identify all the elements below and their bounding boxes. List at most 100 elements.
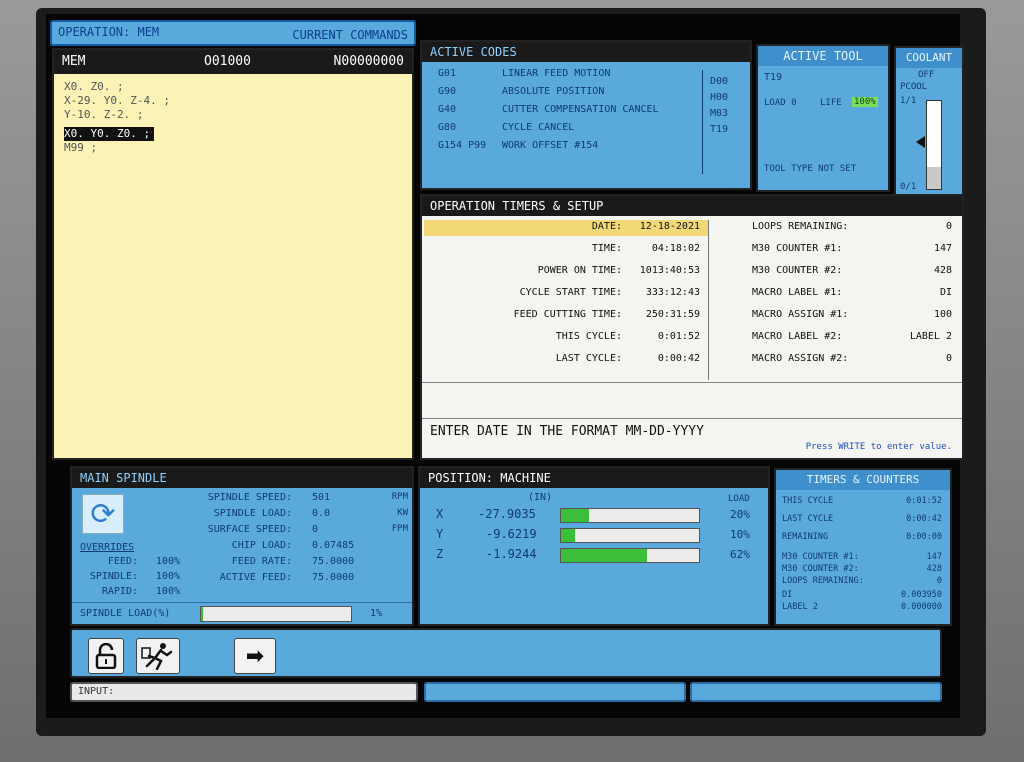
program-number: O01000 — [204, 54, 251, 69]
write-hint: Press WRITE to enter value. — [805, 442, 952, 452]
gcode: G80 — [438, 122, 457, 133]
axis-load-bar — [560, 528, 700, 543]
counter-value[interactable]: 0 — [946, 353, 952, 364]
spindle-unit: KW — [397, 508, 408, 518]
unlock-icon-svg — [95, 643, 117, 669]
tc-value: 0.003950 — [901, 590, 942, 600]
spindle-value: 0.0 — [312, 508, 331, 519]
override-value: 100% — [155, 571, 180, 582]
gcode: G154 P99 — [438, 140, 487, 151]
axis-row-x: X -27.9035 20% — [420, 506, 768, 526]
spindle-unit: RPM — [391, 492, 408, 502]
counter-value[interactable]: LABEL 2 — [910, 331, 952, 342]
axis-label: Z — [436, 547, 444, 561]
active-tool-header: ACTIVE TOOL — [758, 46, 888, 66]
spindle-value: 501 — [312, 492, 331, 503]
tc-label: M30 COUNTER #1: — [782, 552, 859, 562]
running-man-icon[interactable] — [136, 638, 180, 674]
timers-right-col: LOOPS REMAINING: 0 M30 COUNTER #1: 147 M30… — [712, 221, 960, 375]
counter-label: MACRO ASSIGN #2: — [752, 353, 849, 364]
tool-life-label: LIFE — [820, 98, 842, 108]
axis-label: Y — [436, 527, 444, 541]
unlock-icon[interactable] — [88, 638, 124, 674]
spindle-label: CHIP LOAD: — [231, 540, 292, 551]
program-code-lines: X0. Z0. ; X-29. Y0. Z-4. ; Y-10. Z-2. ; … — [64, 80, 170, 155]
timer-value[interactable]: 12-18-2021 — [640, 221, 700, 232]
tc-label: LOOPS REMAINING: — [782, 576, 864, 586]
coolant-gauge — [926, 100, 942, 190]
coolant-pointer-icon — [916, 136, 925, 148]
program-panel[interactable]: MEM O01000 N00000000 X0. Z0. ; X-29. Y0.… — [52, 48, 414, 460]
tc-value: 0:00:00 — [906, 532, 942, 542]
counter-label: MACRO ASSIGN #1: — [752, 309, 849, 320]
timers-separator — [422, 382, 962, 383]
coolant-bottom-value: 0/1 — [900, 182, 917, 192]
timer-value: 0:01:52 — [657, 331, 700, 342]
load-header: LOAD — [728, 494, 750, 504]
operation-header: OPERATION: MEM CURRENT COMMANDS — [50, 20, 416, 46]
active-codes-panel: ACTIVE CODES G01 LINEAR FEED MOTION G90 AB… — [420, 40, 752, 190]
coolant-state: OFF — [918, 70, 935, 80]
coolant-top-value: 1/1 — [900, 96, 917, 106]
counter-value[interactable]: 0 — [946, 221, 952, 232]
timers-divider — [708, 220, 709, 380]
counter-value[interactable]: DI — [940, 287, 952, 298]
program-header: MEM O01000 N00000000 — [54, 50, 412, 74]
mcode: M03 — [710, 108, 729, 119]
main-spindle-panel: MAIN SPINDLE ⟳ SPINDLE SPEED: 501 RPM SPIN… — [70, 466, 414, 626]
program-line: Y-10. Z-2. ; — [64, 108, 144, 121]
gcode-desc: CYCLE CANCEL — [502, 122, 575, 133]
axis-load: 62% — [730, 548, 750, 561]
coolant-gauge-fill — [927, 167, 941, 189]
spindle-label: SURFACE SPEED: — [207, 524, 292, 535]
position-panel: POSITION: MACHINE (IN) LOAD X -27.9035 2… — [418, 466, 770, 626]
program-line: X0. Z0. ; — [64, 80, 124, 93]
counter-value[interactable]: 428 — [934, 265, 952, 276]
counter-label: M30 COUNTER #1: — [752, 243, 843, 254]
timer-value: 04:18:02 — [651, 243, 700, 254]
timer-label: TIME: — [591, 243, 622, 254]
spindle-load-fill — [201, 607, 203, 621]
spindle-label: FEED RATE: — [231, 556, 292, 567]
program-line: M99 ; — [64, 141, 98, 154]
hcode: H00 — [710, 92, 729, 103]
current-commands-label: CURRENT COMMANDS — [292, 28, 408, 42]
position-header: POSITION: MACHINE — [420, 468, 768, 488]
axis-value: -9.6219 — [486, 527, 537, 541]
position-units: (IN) — [528, 492, 553, 503]
spindle-label: SPINDLE LOAD: — [213, 508, 292, 519]
program-mode: MEM — [62, 54, 86, 69]
tool-life-value: 100% — [852, 97, 878, 107]
axis-load-fill — [561, 529, 575, 542]
axis-load-fill — [561, 509, 589, 522]
active-codes-divider — [702, 70, 703, 174]
tc-label: LAST CYCLE — [782, 514, 834, 524]
counter-label: M30 COUNTER #2: — [752, 265, 843, 276]
coolant-panel: COOLANT OFF PCOOL 1/1 0/1 — [894, 46, 964, 196]
overrides-list: FEED: 100% SPINDLE: 100% RAPID: 100% — [76, 556, 182, 601]
status-bar-middle — [424, 682, 686, 702]
active-tool-panel: ACTIVE TOOL T19 LOAD 0 LIFE 100% TOOL TY… — [756, 44, 890, 192]
active-codes-header: ACTIVE CODES — [422, 42, 750, 62]
timers-left-col: DATE: 12-18-2021 TIME: 04:18:02 POWER ON T… — [422, 221, 706, 375]
override-value: 100% — [155, 586, 180, 597]
timers-setup-panel: OPERATION TIMERS & SETUP DATE: 12-18-2021… — [420, 194, 964, 460]
counter-label: MACRO LABEL #1: — [752, 287, 843, 298]
axis-label: X — [436, 507, 444, 521]
sequence-number: N00000000 — [333, 54, 404, 69]
coolant-pcool: PCOOL — [900, 82, 928, 92]
counter-value[interactable]: 100 — [934, 309, 952, 320]
refresh-icon[interactable]: ⟳ — [82, 494, 124, 534]
gcode-desc: ABSOLUTE POSITION — [502, 86, 605, 97]
axis-load-bar — [560, 548, 700, 563]
counter-value[interactable]: 147 — [934, 243, 952, 254]
axis-load: 10% — [730, 528, 750, 541]
right-arrow-icon[interactable]: ➡ — [234, 638, 276, 674]
input-field[interactable]: INPUT: — [70, 682, 418, 702]
spindle-label: ACTIVE FEED: — [219, 572, 292, 583]
gcode-desc: CUTTER COMPENSATION CANCEL — [502, 104, 659, 115]
tool-number: T19 — [764, 72, 783, 83]
gcode: G40 — [438, 104, 457, 115]
spindle-load-bar — [200, 606, 352, 622]
spindle-label: SPINDLE SPEED: — [207, 492, 292, 503]
